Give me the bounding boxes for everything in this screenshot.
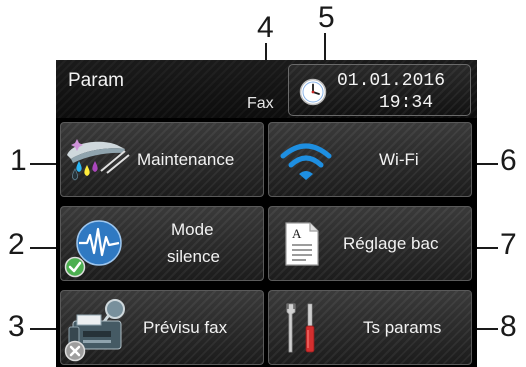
callout-8: 8 xyxy=(500,310,517,343)
callout-2: 2 xyxy=(8,228,25,261)
wifi-button[interactable]: Wi-Fi xyxy=(268,122,472,197)
date-display: 01.01.2016 xyxy=(337,71,446,91)
lcd-screen: Param Fax 01.01.2016 19:34 Maintenance W… xyxy=(56,60,477,367)
callout-4: 4 xyxy=(257,11,274,44)
fax-preview-label: Prévisu fax xyxy=(143,318,228,337)
header-bar: Param Fax 01.01.2016 19:34 xyxy=(56,60,477,118)
callout-6: 6 xyxy=(500,144,517,177)
status-off-icon xyxy=(64,340,86,362)
screen-title: Param xyxy=(68,70,124,91)
quiet-mode-label-line2: silence xyxy=(167,247,220,266)
tools-icon xyxy=(286,303,315,353)
status-on-icon xyxy=(64,256,86,278)
mode-label: Fax xyxy=(247,95,274,112)
all-settings-button[interactable]: Ts params xyxy=(268,290,472,365)
maintenance-button[interactable]: Maintenance xyxy=(60,122,264,197)
date-time-button[interactable]: 01.01.2016 19:34 xyxy=(288,64,471,116)
svg-text:A: A xyxy=(292,226,302,241)
time-display: 19:34 xyxy=(379,93,434,113)
all-settings-label: Ts params xyxy=(363,318,442,337)
callout-3: 3 xyxy=(8,310,25,343)
ink-drops-icon xyxy=(67,139,130,181)
callout-1: 1 xyxy=(10,144,27,177)
wifi-label: Wi-Fi xyxy=(379,150,419,169)
clock-icon xyxy=(299,78,327,106)
fax-preview-button[interactable]: Prévisu fax xyxy=(60,290,264,365)
tray-setting-label: Réglage bac xyxy=(343,234,439,253)
quiet-mode-label-line1: Mode xyxy=(171,220,214,239)
paper-document-icon: A xyxy=(285,222,319,266)
callout-5: 5 xyxy=(318,1,335,34)
quiet-mode-button[interactable]: Mode silence xyxy=(60,206,264,281)
callout-7: 7 xyxy=(500,228,517,261)
maintenance-label: Maintenance xyxy=(137,150,235,169)
tray-setting-button[interactable]: A Réglage bac xyxy=(268,206,472,281)
wifi-icon xyxy=(280,143,332,180)
